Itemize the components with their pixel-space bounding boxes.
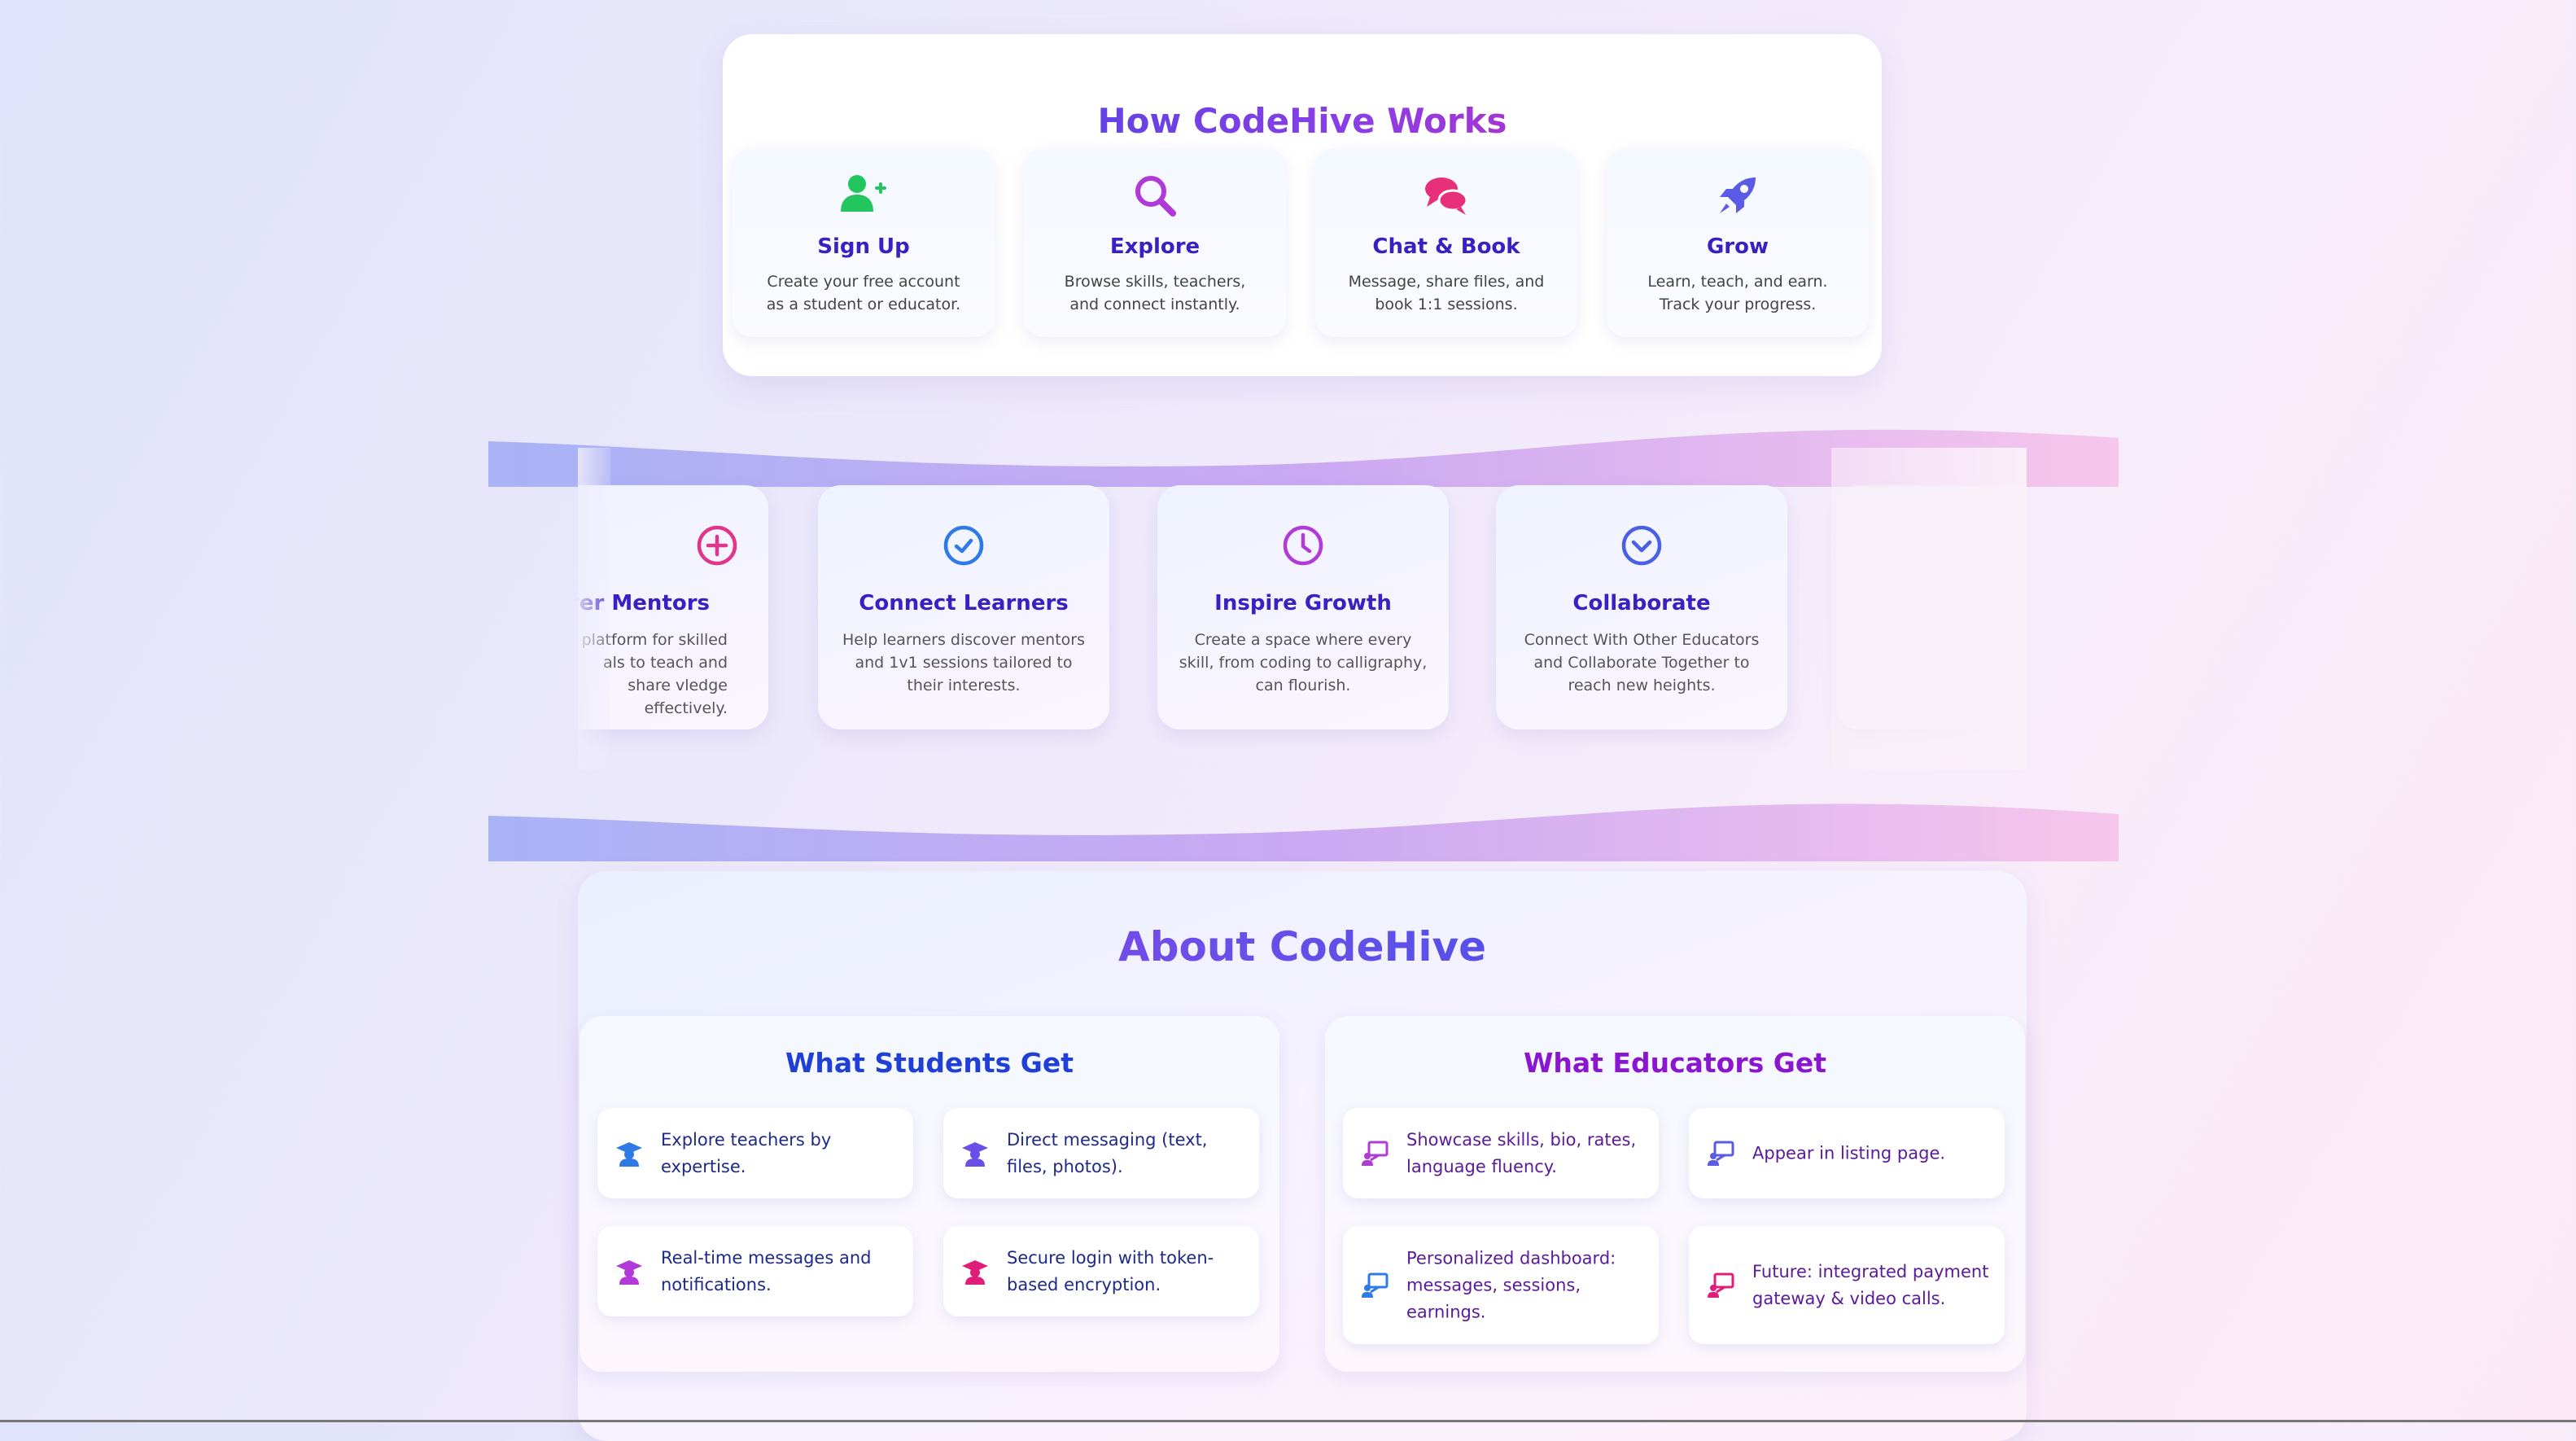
chat-icon — [1315, 173, 1577, 218]
feature-text: Future: integrated payment gateway & vid… — [1752, 1261, 1989, 1308]
carousel-fade-right — [1831, 448, 2027, 769]
step-title: Sign Up — [817, 234, 910, 259]
mission-description: Help learners discover mentors and 1v1 s… — [842, 631, 1086, 694]
feature-text: Explore teachers by expertise. — [661, 1129, 832, 1176]
graduate-icon — [616, 1141, 642, 1167]
mission-title: Inspire Growth — [1214, 591, 1392, 615]
mission-card-connect-learners: Connect Learners Help learners discover … — [818, 485, 1109, 729]
carousel-fade-left — [578, 448, 610, 769]
mission-title: Collaborate — [1572, 591, 1711, 615]
step-title: Explore — [1109, 234, 1201, 259]
how-it-works-title: How CodeHive Works — [723, 101, 1882, 141]
feature-text: Direct messaging (text, files, photos). — [1007, 1129, 1208, 1176]
user-plus-icon — [733, 173, 995, 218]
student-feature-item: Explore teachers by expertise. — [597, 1108, 913, 1198]
feature-text: Appear in listing page. — [1752, 1143, 1946, 1163]
graduate-icon — [962, 1141, 988, 1167]
teacher-board-icon — [1362, 1272, 1389, 1298]
graduate-icon — [962, 1259, 988, 1285]
educator-feature-item: Personalized dashboard: messages, sessio… — [1343, 1226, 1659, 1344]
educator-feature-item: Future: integrated payment gateway & vid… — [1689, 1226, 2005, 1344]
mission-card-inspire-growth: Inspire Growth Create a space where ever… — [1157, 485, 1449, 729]
step-title: Chat & Book — [1372, 234, 1520, 259]
mission-carousel[interactable]: ower Mentors a platform for skilled als … — [578, 448, 2027, 769]
educator-feature-item: Showcase skills, bio, rates, language fl… — [1343, 1108, 1659, 1198]
step-card-explore: Explore Browse skills, teachers, and con… — [1024, 148, 1286, 337]
teacher-board-icon — [1708, 1272, 1734, 1298]
graduate-icon — [616, 1259, 642, 1285]
mission-description: Create a space where every skill, from c… — [1179, 631, 1428, 694]
about-title: About CodeHive — [578, 923, 2027, 970]
student-feature-item: Direct messaging (text, files, photos). — [943, 1108, 1259, 1198]
students-heading: What Students Get — [785, 1047, 1074, 1079]
step-card-chat-book: Chat & Book Message, share files, and bo… — [1315, 148, 1577, 337]
feature-text: Showcase skills, bio, rates, language fl… — [1406, 1129, 1637, 1176]
student-feature-item: Real-time messages and notifications. — [597, 1226, 913, 1316]
chevron-circle-icon — [1496, 523, 1787, 568]
clock-icon — [1157, 523, 1449, 568]
mission-description: Connect With Other Educators and Collabo… — [1524, 631, 1760, 694]
rocket-icon — [1607, 173, 1869, 218]
student-feature-item: Secure login with token-based encryption… — [943, 1226, 1259, 1316]
mission-card-collaborate: Collaborate Connect With Other Educators… — [1496, 485, 1787, 729]
teacher-board-icon — [1362, 1141, 1389, 1166]
step-card-grow: Grow Learn, teach, and earn. Track your … — [1607, 148, 1869, 337]
mission-title: Connect Learners — [859, 591, 1069, 615]
step-description: Message, share files, and book 1:1 sessi… — [1348, 273, 1545, 313]
step-title: Grow — [1706, 234, 1769, 259]
check-circle-icon — [818, 523, 1109, 568]
step-description: Create your free account as a student or… — [766, 273, 961, 313]
students-panel: What Students Get Explore teachers by ex… — [579, 1016, 1279, 1372]
step-description: Learn, teach, and earn. Track your progr… — [1647, 273, 1828, 313]
about-section: About CodeHive What Students Get Explore… — [578, 871, 2027, 1441]
step-card-sign-up: Sign Up Create your free account as a st… — [733, 148, 995, 337]
feature-text: Personalized dashboard: messages, sessio… — [1406, 1248, 1616, 1321]
educators-panel: What Educators Get Showcase skills, bio,… — [1325, 1016, 2025, 1372]
how-it-works-section: How CodeHive Works Sign Up Create your f… — [723, 34, 1882, 376]
search-icon — [1024, 173, 1286, 218]
feature-text: Real-time messages and notifications. — [661, 1247, 872, 1294]
wave-divider-bottom — [488, 804, 2119, 861]
educators-heading: What Educators Get — [1523, 1047, 1826, 1079]
teacher-board-icon — [1708, 1141, 1734, 1166]
educator-feature-item: Appear in listing page. — [1689, 1108, 2005, 1198]
feature-text: Secure login with token-based encryption… — [1007, 1247, 1214, 1294]
step-description: Browse skills, teachers, and connect ins… — [1064, 273, 1246, 313]
